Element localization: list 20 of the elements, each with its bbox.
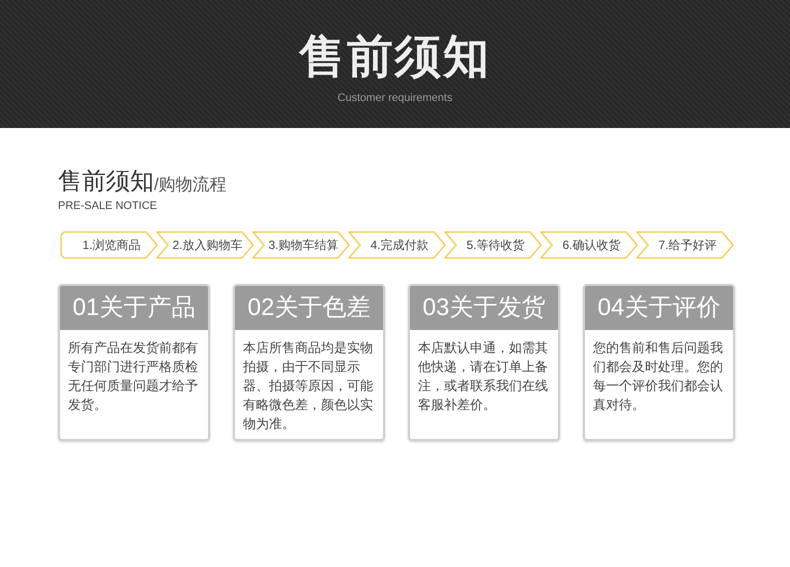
step-label: 6.确认收货 <box>561 236 620 254</box>
step-label: 3.购物车结算 <box>267 236 338 254</box>
card-text: 您的售前和售后问题我们都会及时处理。您的每一个评价我们都会认真对待。 <box>593 338 724 414</box>
section-english: PRE-SALE NOTICE <box>58 199 158 214</box>
step-label: 4.完成付款 <box>369 236 428 254</box>
card-title: 04关于评价 <box>598 292 720 322</box>
card-text: 本店默认申通，如需其他快递，请在订单上备注，或者联系我们在线客服补差价。 <box>418 338 549 414</box>
banner-title: 售前须知 <box>299 29 491 84</box>
card-title: 03关于发货 <box>422 292 546 322</box>
step-label: 2.放入购物车 <box>171 236 242 254</box>
step-label: 1.浏览商品 <box>81 236 140 254</box>
card-title: 01关于产品 <box>72 292 196 322</box>
step-label: 7.给予好评 <box>657 236 716 254</box>
card-text: 本店所售商品均是实物拍摄，由于不同显示器、拍摄等原因，可能有略微色差，颜色以实物为准。 <box>243 338 374 432</box>
section-title: 售前须知 <box>58 168 154 196</box>
card-title: 02关于色差 <box>248 292 370 322</box>
banner-subtitle: Customer requirements <box>338 91 452 106</box>
step-label: 5.等待收货 <box>465 236 524 254</box>
card-text: 所有产品在发货前都有专门部门进行严格质检无任何质量问题才给予发货。 <box>68 338 199 414</box>
section-subtitle: /购物流程 <box>154 174 227 196</box>
